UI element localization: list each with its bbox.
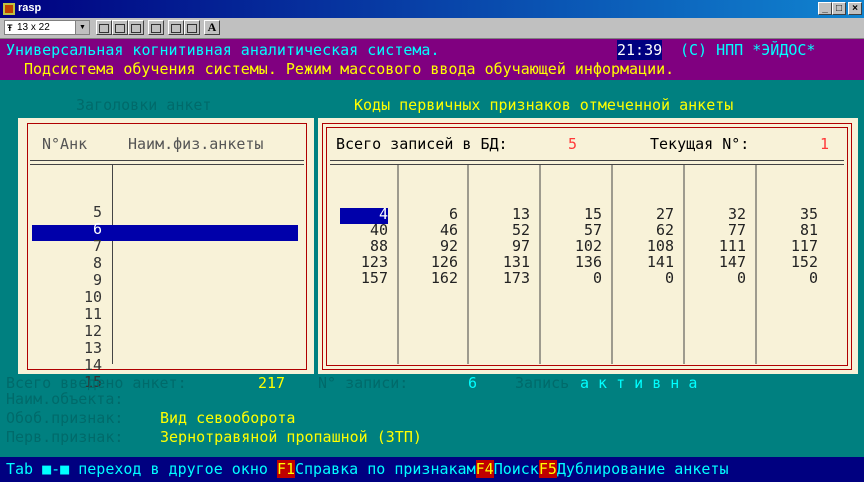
record-state-label: Запись bbox=[515, 374, 570, 392]
record-number-label: N° записи: bbox=[318, 374, 409, 392]
questionnaire-row-number[interactable]: 5 bbox=[18, 204, 102, 221]
total-entered-value: 217 bbox=[258, 374, 286, 392]
subsystem-title: Подсистема обучения системы. Режим массо… bbox=[24, 60, 675, 78]
object-name-label: Наим.объекта: bbox=[6, 390, 124, 408]
f5-duplicate-label[interactable]: Дублирование анкеты bbox=[557, 460, 729, 478]
tab-hint[interactable]: Tab ■-■ переход в другое окно bbox=[6, 460, 277, 478]
primary-feature-label: Перв.признак: bbox=[6, 428, 124, 446]
feature-code-cell[interactable]: 173 bbox=[482, 270, 530, 287]
questionnaire-row-number[interactable]: 14 bbox=[18, 357, 102, 374]
font-size-value: 13 x 22 bbox=[17, 22, 50, 33]
left-panel-title: Заголовки анкет bbox=[76, 96, 212, 114]
console-screen: Универсальная когнитивная аналитическая … bbox=[0, 39, 864, 482]
questionnaire-row-number[interactable]: 12 bbox=[18, 323, 102, 340]
paste-icon[interactable] bbox=[128, 20, 144, 35]
primary-feature-value: Зернотравяной пропашной (ЗТП) bbox=[160, 428, 422, 446]
f4-search-label[interactable]: Поиск bbox=[494, 460, 539, 478]
questionnaire-row-number[interactable]: 6 bbox=[18, 221, 102, 238]
maximize-button[interactable]: □ bbox=[832, 2, 846, 15]
header: Универсальная когнитивная аналитическая … bbox=[0, 39, 864, 80]
f1-key[interactable]: F1 bbox=[276, 460, 295, 478]
feature-code-cell[interactable]: 157 bbox=[340, 270, 388, 287]
f4-key[interactable]: F4 bbox=[475, 460, 494, 478]
font-type-icon: Ŧ bbox=[7, 23, 13, 33]
column-divider bbox=[112, 164, 113, 364]
questionnaire-row-number[interactable]: 10 bbox=[18, 289, 102, 306]
questionnaire-row-number[interactable]: 8 bbox=[18, 255, 102, 272]
system-title: Универсальная когнитивная аналитическая … bbox=[6, 41, 440, 59]
fullscreen-icon[interactable] bbox=[148, 20, 164, 35]
mark-icon[interactable] bbox=[96, 20, 112, 35]
minimize-button[interactable]: _ bbox=[818, 2, 832, 15]
f5-key[interactable]: F5 bbox=[538, 460, 557, 478]
close-button[interactable]: × bbox=[848, 2, 862, 15]
questionnaire-row-number[interactable]: 9 bbox=[18, 272, 102, 289]
col-header-name: Наим.физ.анкеты bbox=[128, 135, 264, 153]
window-title-bar[interactable]: rasp _ □ × bbox=[0, 0, 864, 18]
right-panel-title: Коды первичных признаков отмеченной анке… bbox=[354, 96, 734, 114]
copyright: (C) НПП *ЭЙДОС* bbox=[680, 41, 816, 59]
copy-icon[interactable] bbox=[112, 20, 128, 35]
background-icon[interactable] bbox=[184, 20, 200, 35]
questionnaire-row-number[interactable]: 13 bbox=[18, 340, 102, 357]
questionnaire-list-panel[interactable]: N°Анк Наим.физ.анкеты 5 6 7 8 9 10 11 12 13 14 15 bbox=[18, 118, 314, 391]
col-header-number: N°Анк bbox=[42, 135, 88, 153]
toolbar: Ŧ 13 x 22 ▼ A bbox=[0, 18, 864, 39]
header-divider bbox=[30, 160, 304, 165]
features-panel[interactable]: Всего записей в БД: 5 Текущая N°: 1 4 40 8… bbox=[318, 118, 858, 374]
feature-code-cell[interactable]: 162 bbox=[410, 270, 458, 287]
chevron-down-icon[interactable]: ▼ bbox=[75, 21, 89, 34]
f1-help-label[interactable]: Справка по признакам bbox=[295, 460, 476, 478]
generalized-feature-value: Вид севооборота bbox=[160, 409, 296, 427]
questionnaire-row-number[interactable]: 7 bbox=[18, 238, 102, 255]
feature-code-cell[interactable]: 0 bbox=[626, 270, 674, 287]
feature-code-cell[interactable]: 0 bbox=[554, 270, 602, 287]
generalized-feature-label: Обоб.признак: bbox=[6, 409, 124, 427]
window-title: rasp bbox=[18, 2, 42, 14]
font-size-select[interactable]: Ŧ 13 x 22 ▼ bbox=[4, 20, 90, 35]
app-icon bbox=[3, 3, 15, 15]
questionnaire-row-number[interactable]: 11 bbox=[18, 306, 102, 323]
feature-code-cell[interactable]: 0 bbox=[698, 270, 746, 287]
font-button[interactable]: A bbox=[204, 20, 220, 35]
properties-icon[interactable] bbox=[168, 20, 184, 35]
record-number-value: 6 bbox=[468, 374, 478, 392]
feature-code-cell[interactable]: 0 bbox=[770, 270, 818, 287]
function-key-bar: Tab ■-■ переход в другое окно F1Справка … bbox=[0, 457, 864, 482]
clock: 21:39 bbox=[617, 40, 663, 60]
record-state-value: а к т и в н а bbox=[580, 374, 698, 392]
